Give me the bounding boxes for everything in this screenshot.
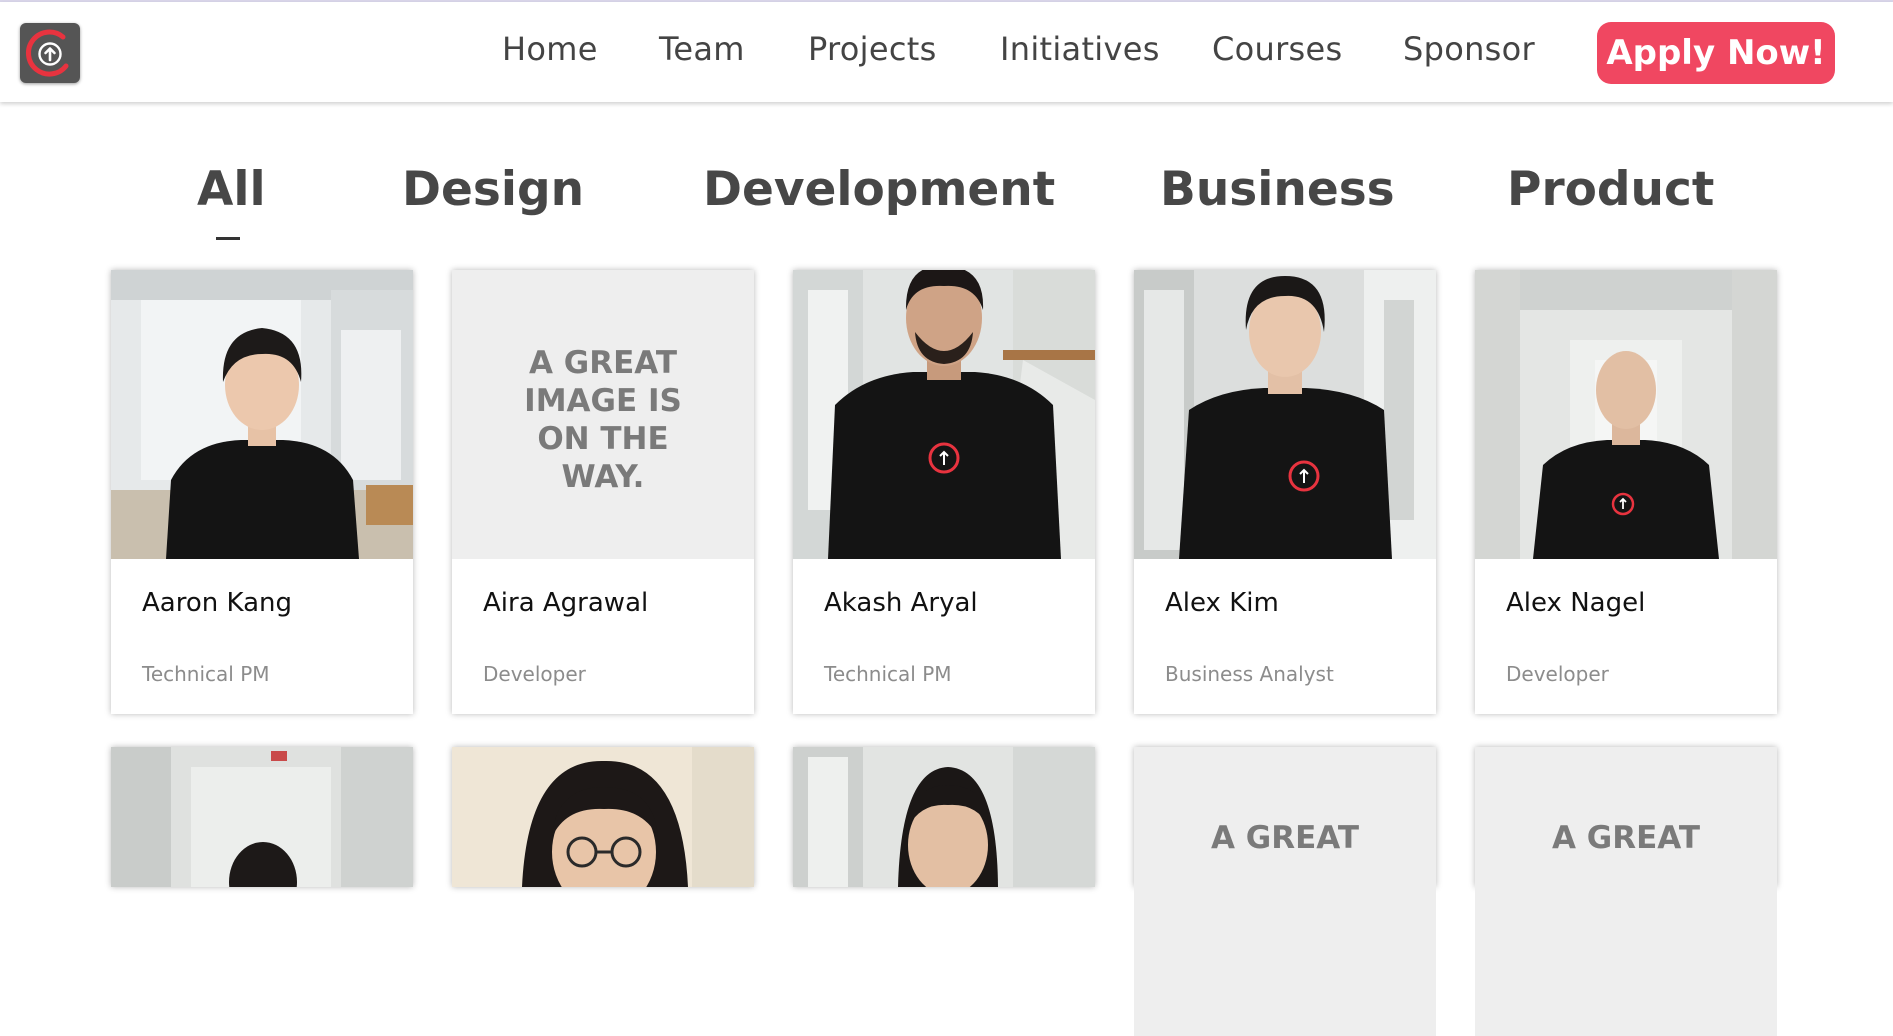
member-card[interactable]: A GREAT IMAGE IS ON THE WAY. Aira Agrawa… — [452, 270, 754, 714]
member-name: Alex Nagel — [1506, 588, 1646, 618]
navbar: Home Team Projects Initiatives Courses S… — [0, 2, 1893, 102]
member-role: Business Analyst — [1165, 662, 1334, 686]
member-photo — [111, 270, 413, 559]
nav-link-sponsor[interactable]: Sponsor — [1403, 30, 1535, 68]
member-name: Aaron Kang — [142, 588, 292, 618]
active-tab-underline — [216, 237, 240, 240]
nav-link-team[interactable]: Team — [659, 30, 745, 68]
member-card[interactable]: Aaron Kang Technical PM — [111, 270, 413, 714]
apply-now-button[interactable]: Apply Now! — [1597, 22, 1835, 84]
placeholder-text: A GREAT — [1210, 820, 1359, 856]
member-photo — [452, 747, 754, 1036]
filter-tab-business[interactable]: Business — [1160, 162, 1395, 217]
nav-link-projects[interactable]: Projects — [808, 30, 937, 68]
member-photo — [793, 747, 1095, 1036]
member-card[interactable] — [452, 747, 754, 912]
member-role: Developer — [483, 662, 586, 686]
filter-tab-all[interactable]: All — [197, 162, 266, 217]
placeholder-text: WAY. — [561, 459, 645, 495]
image-placeholder: A GREAT IMAGE IS ON THE WAY. — [452, 270, 754, 559]
member-card[interactable] — [793, 747, 1095, 895]
image-placeholder: A GREAT — [1134, 747, 1436, 1036]
nav-link-home[interactable]: Home — [502, 30, 598, 68]
member-role: Developer — [1506, 662, 1609, 686]
placeholder-text: ON THE — [537, 421, 669, 457]
member-card[interactable]: Akash Aryal Technical PM — [793, 270, 1095, 714]
filter-tab-product[interactable]: Product — [1507, 162, 1714, 217]
member-name: Akash Aryal — [824, 588, 978, 618]
member-role: Technical PM — [142, 662, 270, 686]
member-card[interactable]: A GREAT — [1134, 747, 1436, 1036]
filter-tab-development[interactable]: Development — [703, 162, 1055, 217]
image-placeholder: A GREAT — [1475, 747, 1777, 1036]
placeholder-text: IMAGE IS — [524, 383, 682, 419]
filter-tab-design[interactable]: Design — [402, 162, 584, 217]
member-photo — [1134, 270, 1436, 559]
placeholder-text: A GREAT — [1551, 820, 1700, 856]
logo-arrow-up-circle-icon[interactable] — [20, 23, 80, 83]
member-photo — [111, 747, 413, 1036]
member-name: Aira Agrawal — [483, 588, 649, 618]
member-photo — [1475, 270, 1777, 559]
member-card[interactable]: A GREAT — [1475, 747, 1777, 1036]
nav-link-courses[interactable]: Courses — [1212, 30, 1343, 68]
placeholder-text: A GREAT — [528, 345, 677, 381]
member-card[interactable]: Alex Nagel Developer — [1475, 270, 1777, 714]
member-photo — [793, 270, 1095, 559]
member-name: Alex Kim — [1165, 588, 1279, 618]
member-role: Technical PM — [824, 662, 952, 686]
nav-link-initiatives[interactable]: Initiatives — [1000, 30, 1160, 68]
member-card[interactable] — [111, 747, 413, 922]
member-card[interactable]: Alex Kim Business Analyst — [1134, 270, 1436, 714]
